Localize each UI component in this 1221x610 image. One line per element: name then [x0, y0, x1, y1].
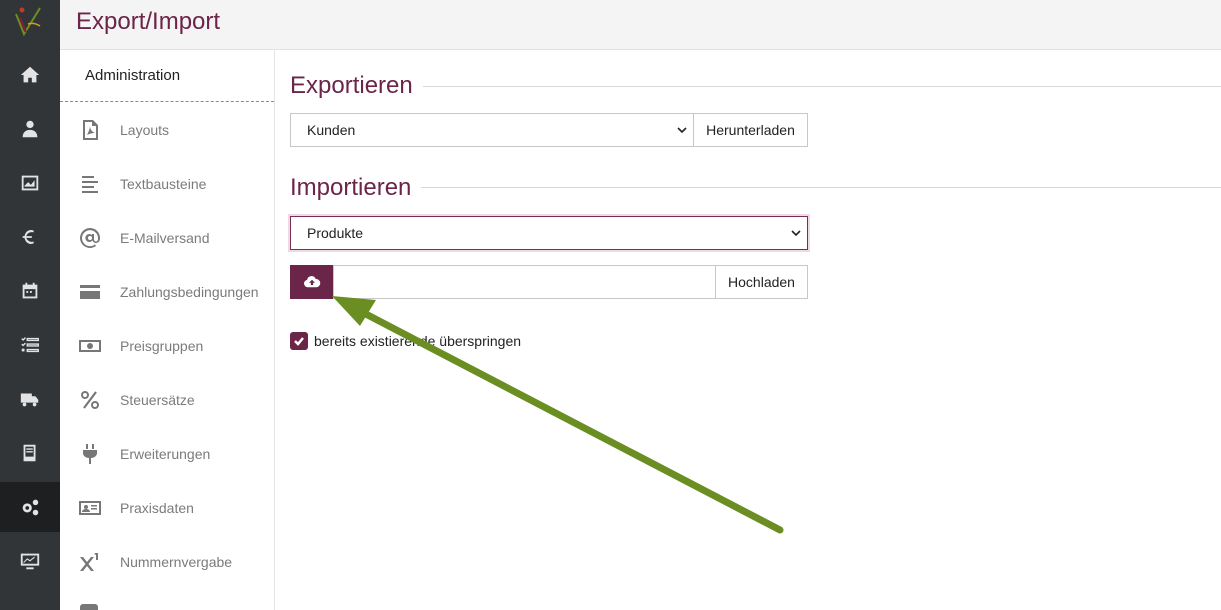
home-icon	[20, 66, 40, 83]
sidebar-item-preisgruppen[interactable]: Preisgruppen	[60, 319, 274, 373]
chart-screen-icon	[20, 553, 40, 570]
file-browse-button[interactable]	[290, 265, 334, 299]
sidebar-item-label: Nummernvergabe	[120, 554, 233, 570]
rail-statistics[interactable]	[0, 536, 60, 586]
top-header: Export/Import	[60, 0, 1221, 50]
app-logo[interactable]	[10, 4, 50, 40]
export-type-select[interactable]: Kunden	[290, 113, 694, 147]
sidebar-heading-label: Administration	[85, 67, 181, 84]
image-chart-icon	[21, 175, 39, 191]
money-bill-icon	[79, 340, 101, 352]
sidebar-heading: Administration	[60, 50, 274, 102]
gears-icon	[22, 499, 39, 516]
cloud-upload-icon	[304, 276, 321, 288]
skip-existing-checkbox[interactable]	[290, 332, 308, 350]
sidebar-item-label: Erweiterungen	[120, 446, 211, 462]
admin-sidebar: Administration Layouts Textbausteine E-M…	[60, 50, 275, 610]
sidebar-item-label: Zahlungsbedingungen	[120, 284, 259, 300]
checkmark-icon	[294, 337, 304, 346]
sidebar-item-label: Textbausteine	[120, 176, 207, 192]
import-type-select[interactable]: Produkte	[290, 216, 808, 250]
file-path-field[interactable]	[333, 265, 716, 299]
sidebar-item-emailversand[interactable]: E-Mailversand	[60, 211, 274, 265]
rail-calendar[interactable]	[0, 266, 60, 316]
sidebar-item-erweiterungen[interactable]: Erweiterungen	[60, 427, 274, 481]
calendar-icon	[22, 282, 38, 299]
download-button[interactable]: Herunterladen	[693, 113, 808, 147]
export-divider	[290, 86, 1221, 87]
sidebar-item-label: Praxisdaten	[120, 500, 194, 516]
text-align-icon	[82, 176, 98, 193]
sidebar-item-textbausteine[interactable]: Textbausteine	[60, 157, 274, 211]
skip-existing-label: bereits existierende überspringen	[314, 333, 522, 349]
sidebar-item-layouts[interactable]: Layouts	[60, 103, 274, 157]
export-type-value: Kunden	[307, 122, 356, 138]
icon-rail	[0, 0, 60, 610]
book-icon	[23, 444, 36, 462]
sidebar-item-label: Steuersätze	[120, 392, 195, 408]
import-type-value: Produkte	[307, 225, 364, 241]
upload-button[interactable]: Hochladen	[715, 265, 808, 299]
sidebar-item-label: Layouts	[120, 122, 170, 138]
sidebar-item-praxisdaten[interactable]: Praxisdaten	[60, 481, 274, 535]
import-title: Importieren	[290, 174, 422, 202]
at-icon	[80, 228, 100, 248]
sidebar-next-item-icon-partial	[80, 604, 98, 610]
credit-card-icon	[80, 285, 100, 299]
rail-patients[interactable]	[0, 104, 60, 154]
task-list-icon	[21, 337, 39, 353]
rail-delivery[interactable]	[0, 374, 60, 424]
rail-reports[interactable]	[0, 158, 60, 208]
rail-home[interactable]	[0, 50, 60, 100]
sidebar-item-nummernvergabe[interactable]: Nummernvergabe	[60, 535, 274, 589]
rail-admin[interactable]	[0, 482, 60, 532]
export-title: Exportieren	[290, 72, 423, 100]
sidebar-item-zahlungsbedingungen[interactable]: Zahlungsbedingungen	[60, 265, 274, 319]
page-title: Export/Import	[76, 8, 221, 35]
chevron-down-icon	[791, 230, 801, 237]
user-doctor-icon	[22, 120, 38, 138]
sidebar-item-steuersaetze[interactable]: Steuersätze	[60, 373, 274, 427]
plug-icon	[83, 444, 97, 464]
rail-tasks[interactable]	[0, 320, 60, 370]
rail-docs[interactable]	[0, 428, 60, 478]
sidebar-item-label: Preisgruppen	[120, 338, 204, 354]
id-card-icon	[79, 501, 101, 515]
sidebar-item-label: E-Mailversand	[120, 230, 210, 246]
euro-icon	[22, 230, 34, 244]
truck-icon	[20, 393, 39, 407]
pdf-file-icon	[83, 120, 98, 140]
rail-finance[interactable]	[0, 212, 60, 262]
superscript-icon	[80, 553, 98, 571]
import-divider	[290, 187, 1221, 188]
percent-icon	[81, 391, 99, 409]
chevron-down-icon	[677, 127, 687, 134]
